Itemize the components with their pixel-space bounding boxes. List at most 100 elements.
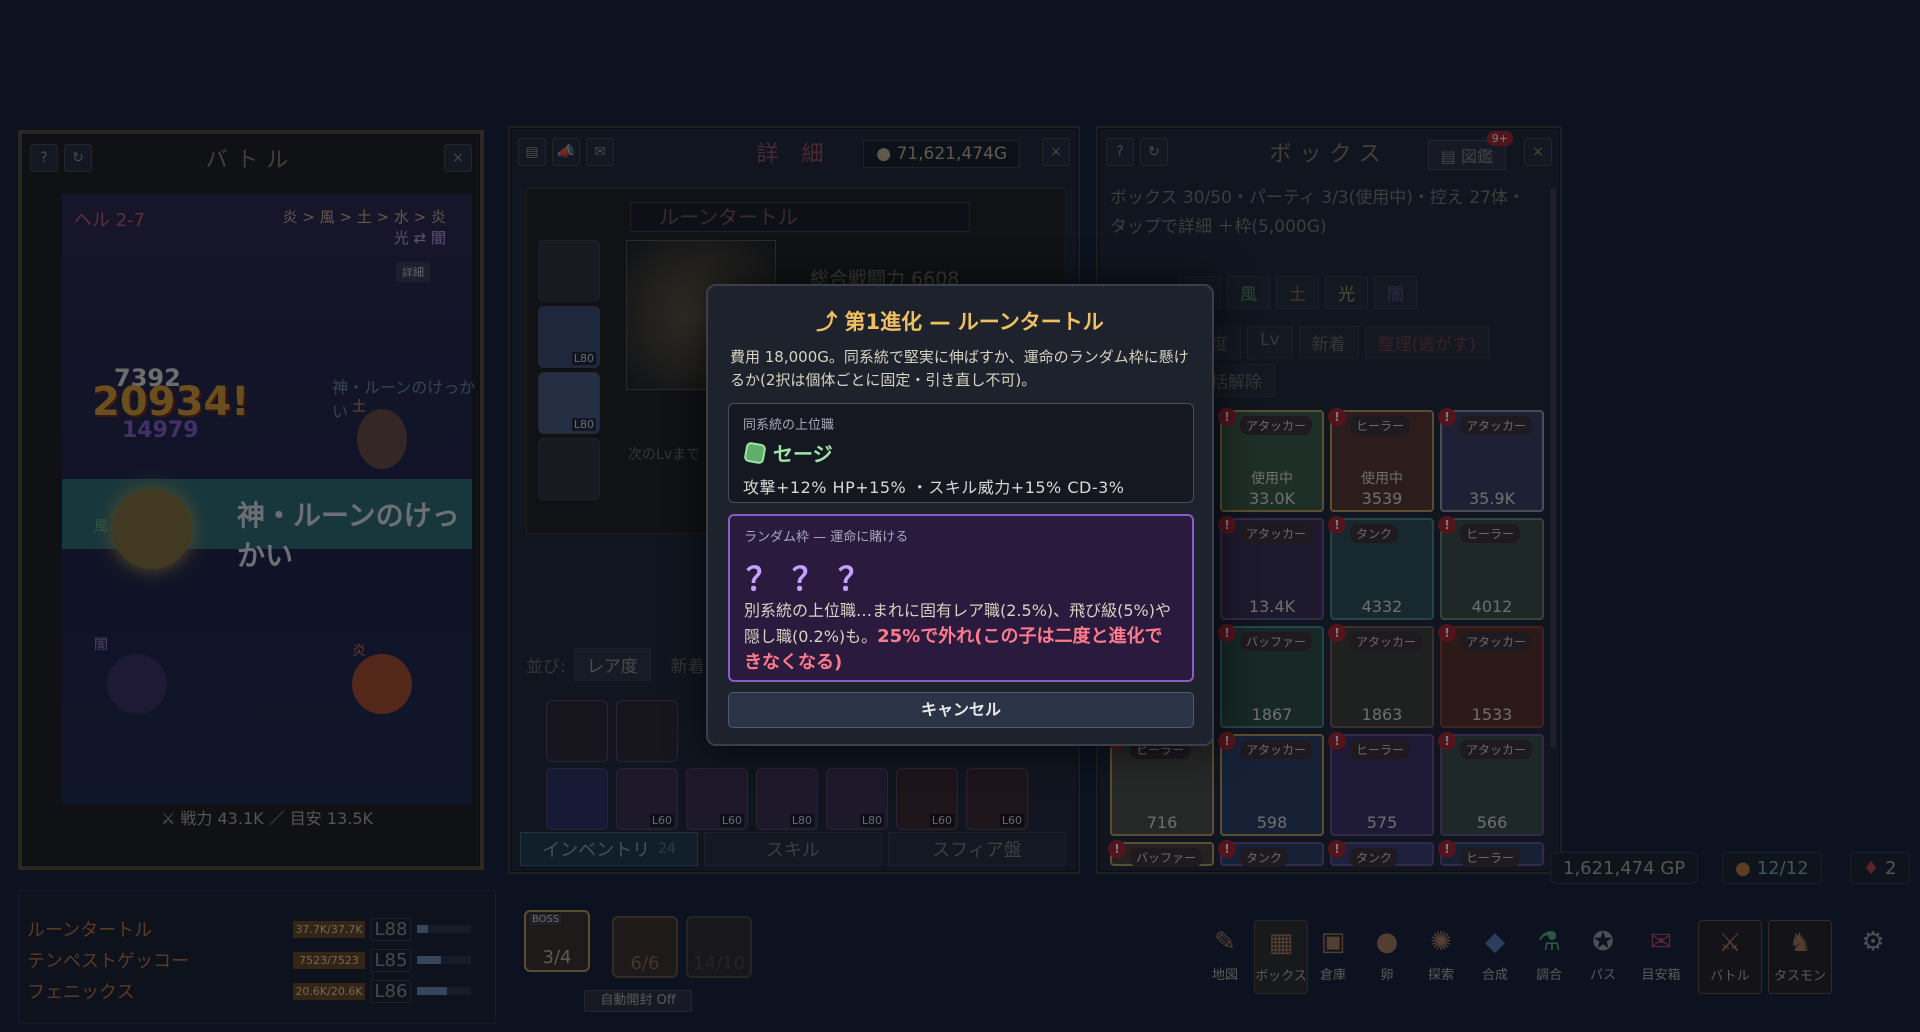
zukan-button[interactable]: ▤ 図鑑 9+ bbox=[1427, 131, 1513, 170]
mail-icon[interactable]: ✉ bbox=[586, 138, 614, 166]
battle-detail-button[interactable]: 詳細 bbox=[396, 262, 430, 282]
party-member-hp: 37.7K/37.7K bbox=[293, 920, 365, 938]
sort-chip-new[interactable]: 新着 bbox=[1298, 326, 1359, 359]
chest-3[interactable]: 14/10 bbox=[686, 916, 752, 978]
inventory-item[interactable]: L80 bbox=[826, 768, 888, 830]
nav-egg[interactable]: ● 卵 bbox=[1362, 920, 1412, 994]
role-badge: アタッカー bbox=[1240, 740, 1313, 759]
nav-battle[interactable]: ⚔ バトル bbox=[1698, 920, 1762, 994]
nav-explore[interactable]: ✺ 探索 bbox=[1416, 920, 1466, 994]
filter-dark[interactable]: 闇 bbox=[1374, 276, 1417, 309]
box-icon: ▦ bbox=[1268, 928, 1294, 958]
monster-card[interactable]: ! アタッカー 使用中 33.0K bbox=[1218, 408, 1324, 512]
monster-card[interactable]: ! アタッカー 598 bbox=[1218, 732, 1324, 836]
weapon-slot[interactable] bbox=[538, 240, 600, 302]
option-sage[interactable]: 同系統の上位職 セージ 攻撃+12% HP+15% ・スキル威力+15% CD-… bbox=[728, 403, 1194, 503]
filter-earth[interactable]: 土 bbox=[1276, 276, 1319, 309]
inventory-item[interactable]: L60 bbox=[966, 768, 1028, 830]
nav-tasmon[interactable]: ♞ タスモン bbox=[1768, 920, 1832, 994]
monster-card[interactable]: ! タンク 4332 bbox=[1328, 516, 1434, 620]
refresh-icon[interactable]: ↻ bbox=[64, 144, 92, 172]
tab-inventory[interactable]: インベントリ 24 bbox=[520, 832, 698, 866]
helmet-slot[interactable]: L80 bbox=[538, 372, 600, 434]
close-icon[interactable]: × bbox=[1524, 138, 1552, 166]
inventory-item[interactable] bbox=[616, 700, 678, 762]
next-level-label: 次のLvまで bbox=[628, 447, 701, 463]
nav-storage[interactable]: ▣ 倉庫 bbox=[1308, 920, 1358, 994]
monster-card[interactable]: ! アタッカー 35.9K bbox=[1438, 408, 1544, 512]
megaphone-icon[interactable]: 📣 bbox=[552, 138, 580, 166]
tab-skill[interactable]: スキル bbox=[704, 832, 882, 866]
dialog-description: 費用 18,000G。同系統で堅実に伸ばすか、運命のランダム枠に懸けるか(2択は… bbox=[730, 348, 1189, 389]
card-power: 3539 bbox=[1361, 489, 1403, 508]
filter-wind[interactable]: 風 bbox=[1227, 276, 1270, 309]
auto-open-toggle[interactable]: 自動開封 Off bbox=[584, 990, 692, 1012]
option-random[interactable]: ランダム枠 — 運命に賭ける ？？？ 別系統の上位職…まれに固有レア職(2.5%… bbox=[728, 514, 1194, 682]
monster-card[interactable]: ! アタッカー 566 bbox=[1438, 732, 1544, 836]
party-member[interactable]: テンペストゲッコー 7523/7523 L85 bbox=[27, 946, 489, 974]
boss-label: BOSS bbox=[530, 914, 562, 925]
filter-light[interactable]: 光 bbox=[1325, 276, 1368, 309]
party-member-name: フェニックス bbox=[27, 982, 135, 1003]
card-power: 575 bbox=[1366, 813, 1398, 832]
monster-card[interactable]: ! アタッカー 1863 bbox=[1328, 624, 1434, 728]
release-button[interactable]: 整理(逃がす) bbox=[1364, 326, 1489, 359]
scrollbar[interactable] bbox=[1550, 188, 1556, 748]
nav-explore-label: 探索 bbox=[1427, 968, 1454, 983]
nav-mix[interactable]: ⚗ 調合 bbox=[1524, 920, 1574, 994]
monster-card[interactable]: ! タンク bbox=[1328, 840, 1434, 867]
tab-sphere[interactable]: スフィア盤 bbox=[888, 832, 1066, 866]
egg-count: 12/12 bbox=[1756, 857, 1809, 879]
inventory-item[interactable] bbox=[546, 700, 608, 762]
monster-card[interactable]: ! ヒーラー 575 bbox=[1328, 732, 1434, 836]
nav-box[interactable]: ▦ ボックス bbox=[1254, 920, 1308, 994]
chart-icon[interactable]: ▤ bbox=[518, 138, 546, 166]
monster-card[interactable]: ! ヒーラー bbox=[1438, 840, 1544, 867]
monster-card[interactable]: ! バッファー 1867 bbox=[1218, 624, 1324, 728]
monster-card[interactable]: ! タンク bbox=[1218, 840, 1324, 867]
boss-chest[interactable]: BOSS 3/4 bbox=[524, 910, 590, 972]
role-badge: タンク bbox=[1240, 848, 1289, 867]
mailbox-icon: ✉ bbox=[1650, 927, 1672, 957]
inventory-item[interactable]: L80 bbox=[756, 768, 818, 830]
tag-fire: 炎 bbox=[352, 643, 366, 659]
dark-monster-sprite bbox=[107, 654, 167, 714]
coin-icon: ● bbox=[876, 144, 892, 164]
close-icon[interactable]: × bbox=[1042, 138, 1070, 166]
monster-card[interactable]: ! バッファー bbox=[1108, 840, 1214, 867]
cancel-button[interactable]: キャンセル bbox=[728, 692, 1194, 728]
party-member-level: L86 bbox=[371, 979, 411, 1003]
sort-rarity[interactable]: レア度 bbox=[573, 648, 651, 681]
alert-badge: ! bbox=[1218, 840, 1236, 858]
inventory-item[interactable] bbox=[546, 768, 608, 830]
monster-card[interactable]: ! ヒーラー 4012 bbox=[1438, 516, 1544, 620]
monster-card[interactable]: ! ヒーラー 使用中 3539 bbox=[1328, 408, 1434, 512]
nav-pass[interactable]: ✪ パス bbox=[1578, 920, 1628, 994]
nav-synth[interactable]: ◆ 合成 bbox=[1470, 920, 1520, 994]
nav-settings[interactable]: ⚙ bbox=[1846, 920, 1900, 994]
gp-value: 1,621,474 GP bbox=[1563, 857, 1686, 879]
party-member[interactable]: ルーンタートル 37.7K/37.7K L88 bbox=[27, 915, 489, 943]
help-icon[interactable]: ? bbox=[1106, 138, 1134, 166]
inventory-item[interactable]: L60 bbox=[896, 768, 958, 830]
accessory-slot[interactable] bbox=[538, 438, 600, 500]
sort-chip-lv[interactable]: Lv bbox=[1247, 326, 1293, 359]
element-chain-main: 炎 > 風 > 土 > 水 > 炎 bbox=[282, 208, 446, 226]
refresh-icon[interactable]: ↻ bbox=[1140, 138, 1168, 166]
close-icon[interactable]: × bbox=[444, 144, 472, 172]
monster-card[interactable]: ! アタッカー 1533 bbox=[1438, 624, 1544, 728]
armor-slot[interactable]: L80 bbox=[538, 306, 600, 368]
stage-label: ヘル 2-7 bbox=[74, 210, 146, 231]
help-icon[interactable]: ? bbox=[30, 144, 58, 172]
nav-map[interactable]: ✎ 地図 bbox=[1200, 920, 1250, 994]
nav-mailbox[interactable]: ✉ 目安箱 bbox=[1632, 920, 1690, 994]
key-icon: ♦ bbox=[1863, 857, 1880, 879]
monster-card[interactable]: !ヒーラー716 bbox=[1108, 732, 1214, 836]
inventory-item[interactable]: L60 bbox=[616, 768, 678, 830]
nav-tasmon-label: タスモン bbox=[1773, 969, 1826, 984]
alert-badge: ! bbox=[1328, 516, 1346, 534]
chest-2[interactable]: 6/6 bbox=[612, 916, 678, 978]
monster-card[interactable]: ! アタッカー 13.4K bbox=[1218, 516, 1324, 620]
party-member[interactable]: フェニックス 20.6K/20.6K L86 bbox=[27, 977, 489, 1005]
inventory-item[interactable]: L60 bbox=[686, 768, 748, 830]
